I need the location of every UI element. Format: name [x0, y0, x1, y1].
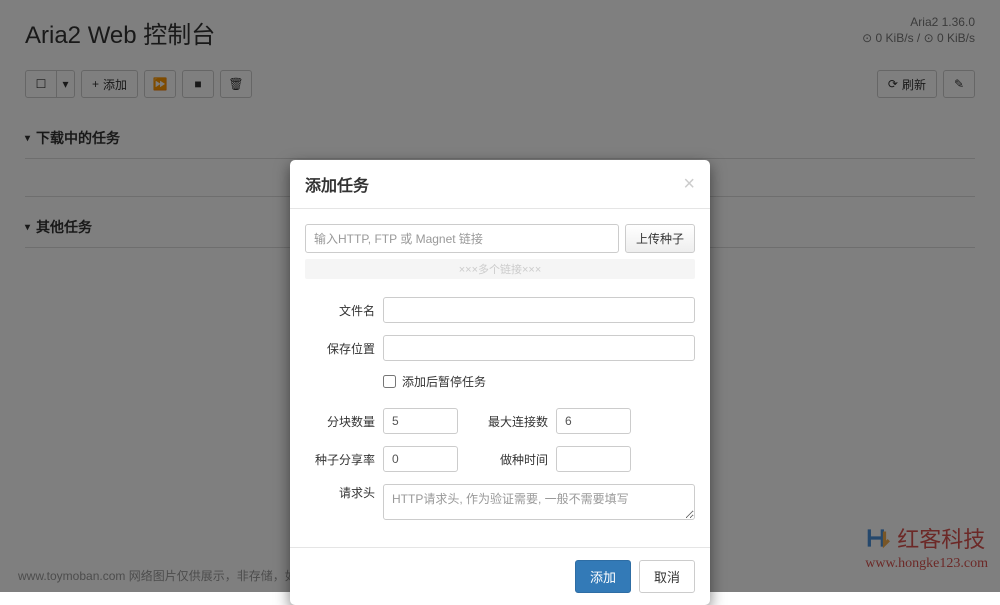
seedtime-label: 做种时间	[478, 451, 548, 468]
filename-label: 文件名	[305, 302, 375, 319]
ratio-input[interactable]	[383, 446, 458, 472]
reqheader-label: 请求头	[305, 484, 375, 501]
upload-torrent-button[interactable]: 上传种子	[625, 224, 695, 253]
savepath-label: 保存位置	[305, 340, 375, 357]
pause-checkbox[interactable]	[383, 375, 396, 388]
confirm-button[interactable]: 添加	[575, 560, 631, 593]
reqheader-input[interactable]	[383, 484, 695, 520]
ratio-label: 种子分享率	[305, 451, 375, 468]
filename-input[interactable]	[383, 297, 695, 323]
savepath-input[interactable]	[383, 335, 695, 361]
split-input[interactable]	[383, 408, 458, 434]
cancel-button[interactable]: 取消	[639, 560, 695, 593]
conn-input[interactable]	[556, 408, 631, 434]
conn-label: 最大连接数	[478, 413, 548, 430]
pause-checkbox-label: 添加后暂停任务	[402, 373, 486, 390]
modal-title: 添加任务	[305, 172, 683, 196]
more-links-bar[interactable]: ×××多个链接×××	[305, 259, 695, 279]
seedtime-input[interactable]	[556, 446, 631, 472]
close-icon[interactable]: ×	[683, 174, 695, 194]
split-label: 分块数量	[305, 413, 375, 430]
url-input[interactable]	[305, 224, 619, 253]
add-task-modal: 添加任务 × 上传种子 ×××多个链接××× 文件名 保存位置 添加后暂停任务 …	[290, 160, 710, 605]
